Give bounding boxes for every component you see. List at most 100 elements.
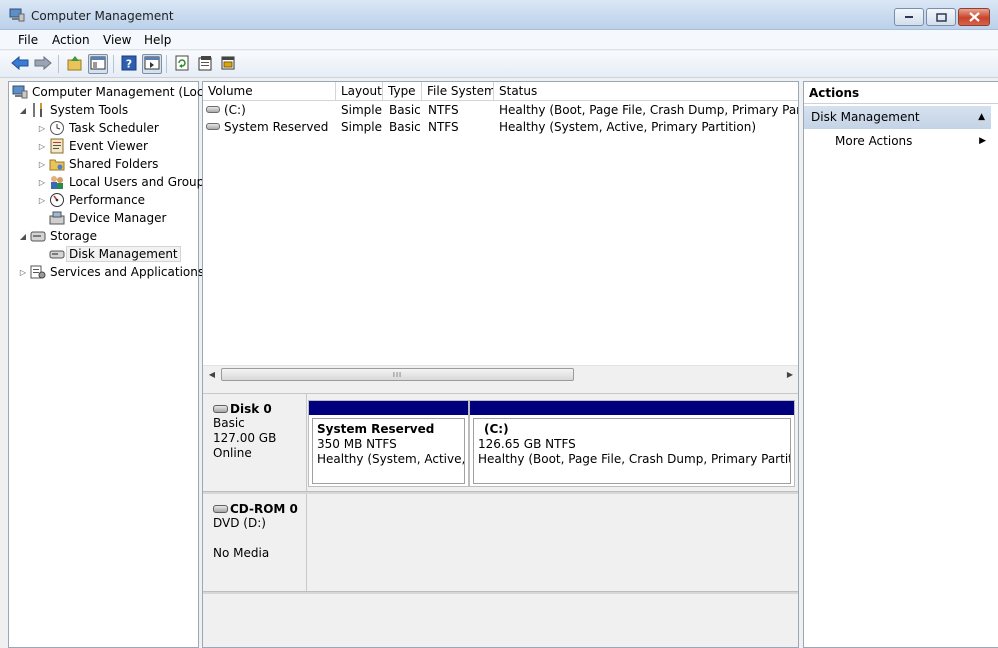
expand-arrow-icon[interactable]: ▷ — [36, 194, 48, 206]
partition-name: (C:) — [484, 422, 509, 436]
tree-item-event-viewer[interactable]: ▷ Event Viewer — [36, 137, 148, 155]
partition-system-reserved[interactable]: System Reserved 350 MB NTFS Healthy (Sys… — [308, 400, 469, 487]
maximize-button[interactable] — [926, 8, 956, 26]
disk-size: 127.00 GB — [213, 431, 277, 445]
computer-management-icon — [9, 8, 25, 22]
tree-item-local-users-and-groups[interactable]: ▷ Local Users and Groups — [36, 173, 211, 191]
tree-item-computer-management[interactable]: Computer Management (Local — [11, 83, 214, 101]
forward-arrow-icon — [34, 55, 52, 73]
disk-0-label[interactable]: Disk 0 Basic 127.00 GB Online — [204, 394, 307, 492]
tree-label: Task Scheduler — [69, 121, 159, 135]
volume-list-header: Volume Layout Type File System Status — [203, 82, 798, 101]
scrollbar-thumb[interactable]: III — [221, 368, 574, 381]
tree-label: Disk Management — [66, 246, 181, 262]
disk-properties-button[interactable] — [218, 54, 238, 74]
cdrom-0-label[interactable]: CD-ROM 0 DVD (D:) No Media — [204, 494, 307, 592]
volume-file-system: NTFS — [428, 103, 459, 117]
horizontal-scrollbar[interactable]: ◀ III ▶ — [203, 365, 798, 382]
properties-button[interactable] — [195, 54, 215, 74]
disk-type: DVD (D:) — [213, 516, 266, 530]
menu-help[interactable]: Help — [142, 32, 173, 48]
event-log-icon — [48, 138, 66, 154]
storage-icon — [29, 228, 47, 244]
tools-icon — [29, 102, 47, 118]
toolbar: ? — [0, 51, 998, 78]
actions-group-disk-management[interactable]: Disk Management ▲ — [804, 106, 991, 129]
tree-label: Device Manager — [69, 211, 167, 225]
refresh-icon — [175, 55, 189, 74]
tree-item-task-scheduler[interactable]: ▷ Task Scheduler — [36, 119, 159, 137]
scroll-right-icon[interactable]: ▶ — [784, 369, 796, 380]
scroll-left-icon[interactable]: ◀ — [206, 369, 218, 380]
more-actions-label: More Actions — [835, 134, 913, 148]
back-button[interactable] — [10, 54, 30, 74]
menu-action[interactable]: Action — [50, 32, 92, 48]
expand-arrow-icon[interactable]: ▷ — [36, 176, 48, 188]
disk-management-pane: Volume Layout Type File System Status (C… — [202, 81, 799, 648]
disk-status: Online — [213, 446, 252, 460]
svg-text:?: ? — [126, 57, 132, 70]
device-manager-icon — [48, 210, 66, 226]
menu-view[interactable]: View — [101, 32, 133, 48]
collapse-arrow-icon[interactable]: ◢ — [17, 230, 29, 242]
show-hide-action-pane-button[interactable] — [142, 54, 162, 74]
help-icon: ? — [121, 55, 137, 74]
disk-status: No Media — [213, 546, 270, 560]
expand-arrow-icon[interactable]: ▷ — [36, 122, 48, 134]
volume-type: Basic — [389, 120, 421, 134]
tree-label: Services and Applications — [50, 265, 205, 279]
forward-button[interactable] — [33, 54, 53, 74]
performance-icon — [48, 192, 66, 208]
up-level-button[interactable] — [65, 54, 85, 74]
tree-item-shared-folders[interactable]: ▷ Shared Folders — [36, 155, 158, 173]
pane-splitter[interactable] — [203, 382, 798, 394]
tree-label: Computer Management (Local — [32, 85, 215, 99]
tree-item-disk-management[interactable]: Disk Management — [48, 245, 181, 263]
title-bar[interactable]: Computer Management — [0, 0, 998, 30]
console-tree: Computer Management (Local ◢ System Tool… — [8, 81, 214, 648]
tree-label: Storage — [50, 229, 97, 243]
partition-size: 350 MB NTFS — [317, 437, 397, 451]
show-hide-console-tree-icon — [90, 56, 106, 73]
column-header-status[interactable]: Status — [494, 82, 798, 101]
volume-layout: Simple — [341, 103, 382, 117]
help-button[interactable]: ? — [119, 54, 139, 74]
more-actions-item[interactable]: More Actions ▶ — [804, 131, 991, 151]
show-hide-console-tree-button[interactable] — [88, 54, 108, 74]
column-header-volume[interactable]: Volume — [203, 82, 336, 101]
cdrom-icon — [213, 504, 228, 513]
clock-icon — [48, 120, 66, 136]
column-header-layout[interactable]: Layout — [336, 82, 383, 101]
back-arrow-icon — [11, 55, 29, 73]
menu-file[interactable]: File — [16, 32, 40, 48]
partition-c[interactable]: (C:) 126.65 GB NTFS Healthy (Boot, Page … — [469, 400, 795, 487]
show-hide-action-pane-icon — [144, 56, 160, 73]
partition-bar — [309, 401, 468, 415]
collapse-arrow-icon[interactable]: ◢ — [17, 104, 29, 116]
refresh-button[interactable] — [172, 54, 192, 74]
expand-arrow-icon[interactable]: ▷ — [36, 140, 48, 152]
column-header-type[interactable]: Type — [383, 82, 422, 101]
expand-arrow-icon[interactable]: ▷ — [36, 158, 48, 170]
volume-status: Healthy (Boot, Page File, Crash Dump, Pr… — [499, 103, 798, 117]
tree-label: System Tools — [50, 103, 129, 117]
expand-arrow-icon[interactable]: ▷ — [17, 266, 29, 278]
volume-name: System Reserved — [224, 120, 329, 134]
collapse-caret-icon[interactable]: ▲ — [978, 106, 985, 129]
close-button[interactable] — [958, 8, 990, 26]
tree-item-system-tools[interactable]: ◢ System Tools — [17, 101, 128, 119]
disk-icon — [48, 246, 66, 262]
tree-item-device-manager[interactable]: Device Manager — [48, 209, 166, 227]
column-header-file-system[interactable]: File System — [422, 82, 494, 101]
drive-icon — [206, 106, 220, 113]
table-row[interactable]: (C:) Simple Basic NTFS Healthy (Boot, Pa… — [203, 102, 798, 119]
disk-type: Basic — [213, 416, 245, 430]
computer-management-window: Computer Management File Action View Hel… — [0, 0, 998, 648]
tree-item-services-and-applications[interactable]: ▷ Services and Applications — [17, 263, 204, 281]
tree-item-storage[interactable]: ◢ Storage — [17, 227, 97, 245]
minimize-button[interactable] — [894, 8, 924, 26]
table-row[interactable]: System Reserved Simple Basic NTFS Health… — [203, 119, 798, 136]
tree-item-performance[interactable]: ▷ Performance — [36, 191, 145, 209]
up-level-icon — [67, 55, 83, 74]
tree-label: Shared Folders — [69, 157, 159, 171]
